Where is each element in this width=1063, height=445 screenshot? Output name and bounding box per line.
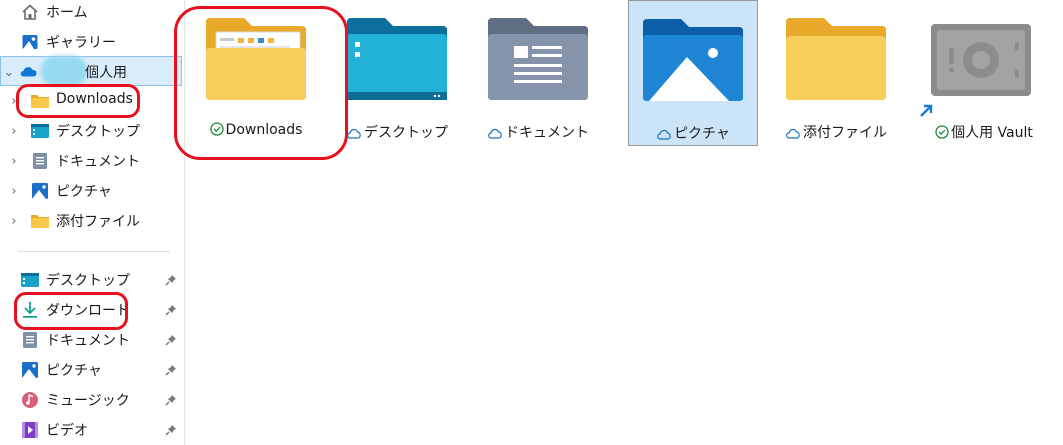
pin-icon[interactable] bbox=[164, 333, 178, 347]
pin-icon[interactable] bbox=[164, 363, 178, 377]
sidebar-item-label: ピクチャ bbox=[46, 363, 102, 379]
tile-caption: Downloads bbox=[191, 122, 321, 140]
desktop-icon bbox=[30, 121, 50, 141]
sidebar-item-label: ダウンロード bbox=[46, 303, 130, 319]
sidebar-item-attachments[interactable]: › 添付ファイル bbox=[0, 206, 182, 236]
cloud-status-icon bbox=[487, 127, 503, 143]
pin-icon[interactable] bbox=[164, 303, 178, 317]
quick-access-video[interactable]: ビデオ bbox=[0, 415, 182, 445]
sidebar-item-label: ミュージック bbox=[46, 393, 130, 409]
onedrive-cloud-icon bbox=[19, 61, 39, 81]
tile-label: デスクトップ bbox=[364, 125, 448, 141]
pin-icon[interactable] bbox=[164, 393, 178, 407]
pin-icon[interactable] bbox=[164, 423, 178, 437]
quick-access-music[interactable]: ミュージック bbox=[0, 385, 182, 415]
chevron-right-icon[interactable]: › bbox=[6, 206, 22, 236]
sidebar-item-personal[interactable]: ⌄ 個人用 bbox=[0, 56, 182, 86]
downloads-folder-icon bbox=[202, 12, 310, 106]
sidebar-item-label: 個人用 bbox=[85, 65, 127, 81]
folder-tile-downloads[interactable]: Downloads bbox=[191, 0, 321, 146]
vault-icon bbox=[923, 22, 1033, 102]
tile-label: ドキュメント bbox=[505, 125, 589, 141]
folder-icon bbox=[30, 211, 50, 231]
tile-caption: ドキュメント bbox=[473, 122, 603, 143]
shortcut-arrow-icon bbox=[916, 101, 936, 121]
chevron-right-icon[interactable]: › bbox=[6, 146, 22, 176]
chevron-down-icon[interactable]: ⌄ bbox=[1, 57, 17, 87]
tile-label: 添付ファイル bbox=[803, 125, 887, 141]
folder-tile-desktop[interactable]: デスクトップ bbox=[332, 0, 462, 146]
synced-check-icon bbox=[209, 122, 224, 140]
tile-label: ピクチャ bbox=[674, 126, 730, 142]
sidebar-item-pictures[interactable]: › ピクチャ bbox=[0, 176, 182, 206]
sidebar-item-documents[interactable]: › ドキュメント bbox=[0, 146, 182, 176]
cloud-status-icon bbox=[346, 127, 362, 143]
sidebar-item-label: ビデオ bbox=[46, 423, 88, 439]
chevron-right-icon[interactable]: › bbox=[6, 116, 22, 146]
chevron-right-icon[interactable]: › bbox=[6, 176, 22, 206]
sidebar-item-label: ドキュメント bbox=[56, 154, 140, 170]
pin-icon[interactable] bbox=[164, 273, 178, 287]
pictures-icon bbox=[30, 181, 50, 201]
folder-tile-documents[interactable]: ドキュメント bbox=[473, 0, 603, 146]
sidebar-item-label: Downloads bbox=[56, 91, 133, 107]
folder-tile-attachments[interactable]: 添付ファイル bbox=[771, 0, 901, 146]
folder-icon bbox=[782, 12, 890, 106]
sidebar-item-label: ギャラリー bbox=[46, 35, 116, 51]
pictures-folder-icon bbox=[639, 13, 747, 107]
documents-folder-icon bbox=[484, 12, 592, 106]
sidebar-item-home[interactable]: ホーム bbox=[0, 0, 182, 27]
quick-access-downloads[interactable]: ダウンロード bbox=[0, 295, 182, 325]
sidebar-item-label: ピクチャ bbox=[56, 184, 112, 200]
navigation-pane: ホーム ギャラリー ⌄ 個人用 › Downloads › デスクトップ › ド… bbox=[0, 0, 185, 445]
sidebar-item-label: ホーム bbox=[46, 5, 88, 21]
folder-icon bbox=[30, 91, 50, 111]
sidebar-divider bbox=[18, 251, 170, 252]
gallery-icon bbox=[20, 32, 40, 52]
file-view: Downloads デスクトップ ドキュメント ピクチャ 添付ファイル 個人用 … bbox=[185, 0, 1063, 445]
video-icon bbox=[20, 420, 40, 440]
tile-label: 個人用 Vault bbox=[951, 125, 1033, 141]
sidebar-item-gallery[interactable]: ギャラリー bbox=[0, 27, 182, 57]
pictures-icon bbox=[20, 360, 40, 380]
download-icon bbox=[20, 300, 40, 320]
folder-tile-pictures[interactable]: ピクチャ bbox=[628, 0, 758, 146]
cloud-status-icon bbox=[785, 127, 801, 143]
quick-access-documents[interactable]: ドキュメント bbox=[0, 325, 182, 355]
sidebar-item-downloads[interactable]: › Downloads bbox=[0, 86, 182, 116]
quick-access-pictures[interactable]: ピクチャ bbox=[0, 355, 182, 385]
chevron-right-icon[interactable]: › bbox=[6, 86, 22, 116]
sidebar-item-label: デスクトップ bbox=[56, 124, 140, 140]
desktop-folder-icon bbox=[343, 12, 451, 106]
desktop-icon bbox=[20, 270, 40, 290]
folder-tile-personal-vault[interactable]: 個人用 Vault bbox=[913, 0, 1055, 146]
redacted-name-overlay bbox=[41, 56, 87, 86]
sidebar-item-label: ドキュメント bbox=[46, 333, 130, 349]
cloud-status-icon bbox=[656, 128, 672, 144]
documents-icon bbox=[20, 330, 40, 350]
synced-check-icon bbox=[935, 125, 949, 143]
documents-icon bbox=[30, 151, 50, 171]
tile-caption: 添付ファイル bbox=[771, 122, 901, 143]
quick-access-desktop[interactable]: デスクトップ bbox=[0, 265, 182, 295]
home-icon bbox=[20, 2, 40, 22]
tile-caption: デスクトップ bbox=[332, 122, 462, 143]
sidebar-item-label: 添付ファイル bbox=[56, 214, 140, 230]
tile-label: Downloads bbox=[225, 122, 303, 138]
tile-caption: ピクチャ bbox=[628, 123, 758, 144]
sidebar-item-desktop[interactable]: › デスクトップ bbox=[0, 116, 182, 146]
sidebar-item-label: デスクトップ bbox=[46, 273, 130, 289]
music-icon bbox=[20, 390, 40, 410]
tile-caption: 個人用 Vault bbox=[913, 122, 1055, 143]
